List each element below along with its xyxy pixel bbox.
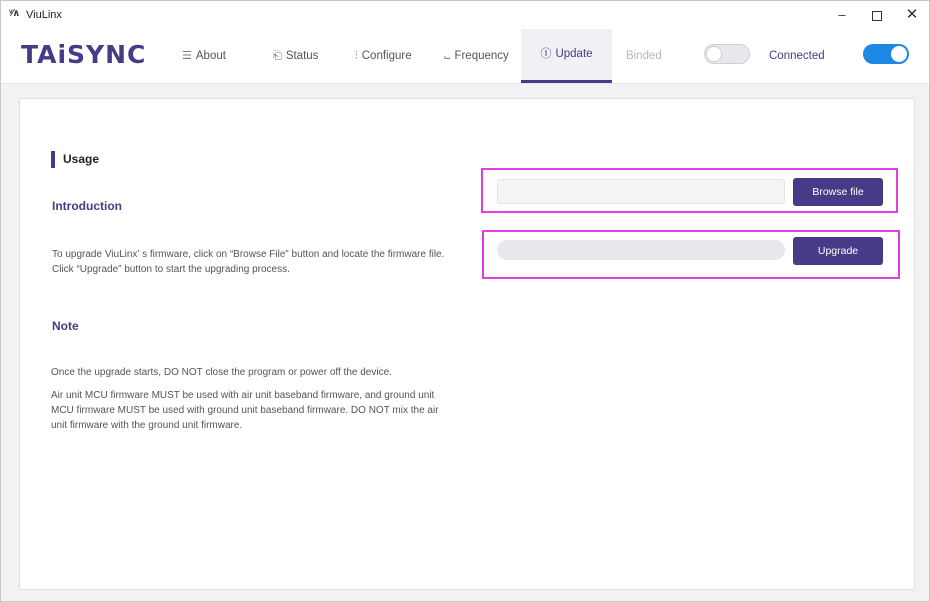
binded-toggle[interactable] xyxy=(704,44,750,64)
title-bar: ᵛ⁄∧ ViuLinx – ✕ xyxy=(1,1,929,29)
introduction-text: To upgrade ViuLinx’ s firmware, click on… xyxy=(52,249,445,275)
minimize-button[interactable]: – xyxy=(827,5,857,25)
frequency-icon: ⨽ xyxy=(444,50,451,62)
connected-toggle[interactable] xyxy=(863,44,909,64)
connected-label: Connected xyxy=(769,50,825,62)
tab-about-label: About xyxy=(195,50,226,62)
nav-bar: TAiSYNC ☰ About ⎗ Status ⫶ Configure ⨽ Frequ… xyxy=(1,29,929,84)
tab-frequency[interactable]: ⨽ Frequency xyxy=(444,29,509,83)
tab-frequency-label: Frequency xyxy=(454,50,509,62)
binded-toggle-knob xyxy=(706,46,722,62)
tab-status-label: Status xyxy=(285,50,319,62)
connected-toggle-knob xyxy=(891,46,907,62)
tab-status[interactable]: ⎗ Status xyxy=(273,29,318,83)
note-paragraph-1: Once the upgrade starts, DO NOT close th… xyxy=(51,367,392,378)
maximize-button[interactable] xyxy=(862,5,892,25)
close-button[interactable]: ✕ xyxy=(897,5,927,25)
tab-configure-label: Configure xyxy=(361,50,412,62)
note-paragraph-2: Air unit MCU firmware MUST be used with … xyxy=(51,390,439,431)
update-icon: Ⓘ xyxy=(540,48,552,60)
app-icon: ᵛ⁄∧ xyxy=(9,8,20,19)
binded-label: Binded xyxy=(626,50,662,62)
tab-update[interactable]: Ⓘ Update xyxy=(521,29,612,83)
introduction-heading: Introduction xyxy=(52,199,122,213)
about-icon: ☰ xyxy=(182,50,192,62)
tab-about[interactable]: ☰ About xyxy=(182,29,226,83)
maximize-icon xyxy=(872,10,882,21)
configure-icon: ⫶ xyxy=(355,50,358,62)
tab-update-label: Update xyxy=(555,48,593,60)
note-heading: Note xyxy=(52,319,79,333)
highlight-browse-row xyxy=(481,168,898,213)
usage-heading: Usage xyxy=(51,151,99,168)
taisync-logo: TAiSYNC xyxy=(21,40,147,69)
tab-configure[interactable]: ⫶ Configure xyxy=(355,29,412,83)
app-window: ᵛ⁄∧ ViuLinx – ✕ TAiSYNC ☰ About ⎗ Status ⫶… xyxy=(0,0,930,602)
highlight-upgrade-row xyxy=(482,230,900,279)
status-icon: ⎗ xyxy=(273,50,282,62)
window-title: ViuLinx xyxy=(26,9,62,21)
